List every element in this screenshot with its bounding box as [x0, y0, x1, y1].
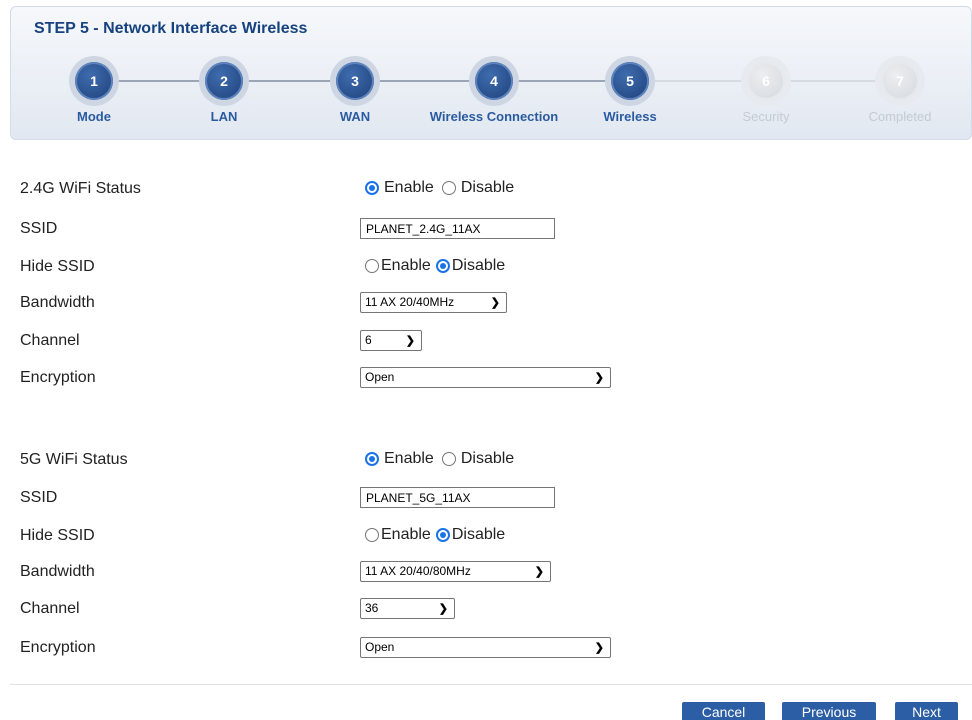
radio-24g-hide-disable[interactable]: [435, 259, 450, 273]
bandwidth-5g-select[interactable]: 11 AX 20/40/80MHz ❯: [360, 561, 551, 582]
radio-group-5g-status: Enable Disable: [365, 450, 522, 468]
chevron-down-icon: ❯: [490, 297, 500, 309]
step-wireless-connection[interactable]: 4 Wireless Connection: [419, 56, 569, 124]
row-5g-bandwidth: Bandwidth 11 AX 20/40/80MHz ❯: [0, 555, 972, 591]
radio-label: Disable: [451, 526, 506, 543]
step-completed: 7 Completed: [825, 56, 972, 124]
step-label: Mode: [77, 109, 111, 124]
row-5g-channel: Channel 36 ❯: [0, 592, 972, 628]
radio-label: Disable: [460, 179, 515, 196]
label-5g-bandwidth: Bandwidth: [20, 563, 95, 580]
step-security: 6 Security: [691, 56, 841, 124]
channel-24g-select[interactable]: 6 ❯: [360, 330, 422, 351]
wizard-header: STEP 5 - Network Interface Wireless 1 Mo…: [10, 6, 972, 140]
label-24g-bandwidth: Bandwidth: [20, 294, 95, 311]
radio-label: Disable: [460, 450, 515, 467]
label-24g-channel: Channel: [20, 332, 80, 349]
footer-divider: [10, 684, 972, 685]
label-24g-hide-ssid: Hide SSID: [20, 258, 95, 275]
step-label: Wireless Connection: [429, 109, 559, 124]
step-number: 2: [205, 62, 243, 100]
radio-24g-status-disable[interactable]: [441, 181, 456, 195]
label-5g-wifi-status: 5G WiFi Status: [20, 451, 128, 468]
step-wireless[interactable]: 5 Wireless: [555, 56, 705, 124]
radio-label: Disable: [451, 257, 506, 274]
step-number: 4: [475, 62, 513, 100]
row-24g-status: 2.4G WiFi Status Enable Disable: [0, 172, 972, 208]
ssid-24g-input[interactable]: [360, 218, 555, 239]
next-button[interactable]: Next: [895, 702, 958, 720]
radio-24g-hide-enable[interactable]: [365, 259, 379, 273]
radio-5g-status-enable[interactable]: [365, 452, 379, 466]
bandwidth-24g-select[interactable]: 11 AX 20/40MHz ❯: [360, 292, 507, 313]
chevron-down-icon: ❯: [594, 642, 604, 654]
row-5g-encryption: Encryption Open ❯: [0, 631, 972, 667]
step-number: 3: [336, 62, 374, 100]
chevron-down-icon: ❯: [534, 566, 544, 578]
ssid-5g-input[interactable]: [360, 487, 555, 508]
chevron-down-icon: ❯: [594, 372, 604, 384]
label-5g-encryption: Encryption: [20, 639, 96, 656]
label-5g-ssid: SSID: [20, 489, 58, 506]
chevron-down-icon: ❯: [405, 335, 415, 347]
radio-group-24g-hide-ssid: Enable Disable: [365, 257, 510, 275]
step-lan[interactable]: 2 LAN: [149, 56, 299, 124]
select-value: Open: [365, 370, 395, 384]
row-24g-hide-ssid: Hide SSID Enable Disable: [0, 250, 972, 286]
step-number: 6: [747, 62, 785, 100]
select-value: 11 AX 20/40MHz: [365, 295, 455, 309]
step-label: Wireless: [603, 109, 657, 124]
chevron-down-icon: ❯: [438, 603, 448, 615]
step-label: Security: [742, 109, 790, 124]
step-label: WAN: [339, 109, 371, 124]
radio-24g-status-enable[interactable]: [365, 181, 379, 195]
encryption-24g-select[interactable]: Open ❯: [360, 367, 611, 388]
step-label: LAN: [210, 109, 238, 124]
step-number: 7: [881, 62, 919, 100]
row-24g-bandwidth: Bandwidth 11 AX 20/40MHz ❯: [0, 286, 972, 322]
radio-group-5g-hide-ssid: Enable Disable: [365, 526, 510, 544]
select-value: 36: [365, 601, 379, 615]
encryption-5g-select[interactable]: Open ❯: [360, 637, 611, 658]
step-number: 5: [611, 62, 649, 100]
radio-label: Enable: [381, 526, 431, 543]
label-5g-channel: Channel: [20, 600, 80, 617]
row-24g-ssid: SSID: [0, 212, 972, 248]
row-24g-channel: Channel 6 ❯: [0, 324, 972, 360]
row-24g-encryption: Encryption Open ❯: [0, 361, 972, 397]
channel-5g-select[interactable]: 36 ❯: [360, 598, 455, 619]
radio-5g-status-disable[interactable]: [441, 452, 456, 466]
row-5g-ssid: SSID: [0, 481, 972, 517]
radio-5g-hide-enable[interactable]: [365, 528, 379, 542]
label-24g-wifi-status: 2.4G WiFi Status: [20, 180, 141, 197]
row-5g-status: 5G WiFi Status Enable Disable: [0, 443, 972, 479]
step-number: 1: [75, 62, 113, 100]
radio-5g-hide-disable[interactable]: [435, 528, 450, 542]
radio-group-24g-status: Enable Disable: [365, 179, 522, 197]
radio-label: Enable: [381, 257, 431, 274]
select-value: 11 AX 20/40/80MHz: [365, 564, 471, 578]
label-24g-encryption: Encryption: [20, 369, 96, 386]
row-5g-hide-ssid: Hide SSID Enable Disable: [0, 519, 972, 555]
cancel-button[interactable]: Cancel: [682, 702, 765, 720]
step-mode[interactable]: 1 Mode: [19, 56, 169, 124]
label-5g-hide-ssid: Hide SSID: [20, 527, 95, 544]
label-24g-ssid: SSID: [20, 220, 58, 237]
step-wan[interactable]: 3 WAN: [280, 56, 430, 124]
radio-label: Enable: [384, 450, 434, 467]
select-value: 6: [365, 333, 372, 347]
radio-label: Enable: [384, 179, 434, 196]
step-label: Completed: [868, 109, 932, 124]
wizard-title: STEP 5 - Network Interface Wireless: [34, 20, 308, 37]
select-value: Open: [365, 640, 395, 654]
previous-button[interactable]: Previous: [782, 702, 876, 720]
